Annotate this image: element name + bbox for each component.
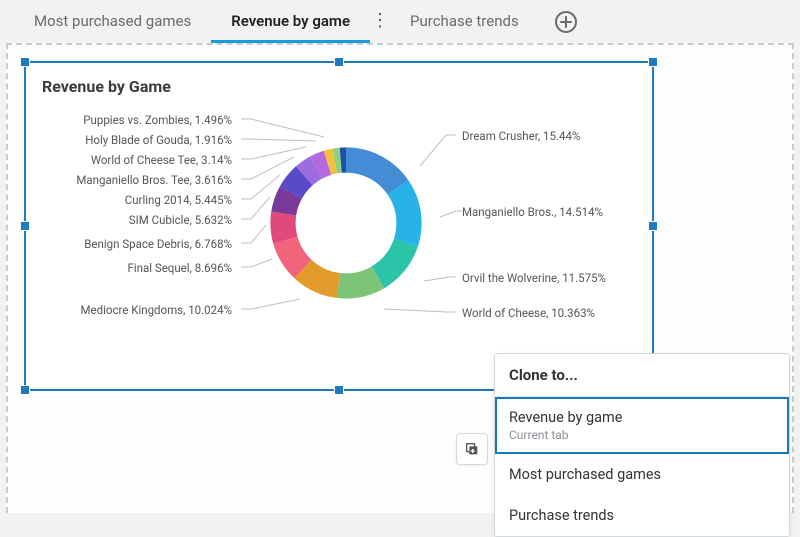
chart-label: Benign Space Debris, 6.768% [84,237,232,251]
chart-label: World of Cheese, 10.363% [462,306,595,320]
tab-options-kebab[interactable]: ⋮ [370,21,390,23]
panel-title: Revenue by Game [26,63,652,96]
clone-menu-header: Clone to... [495,354,789,397]
chart-label: Orvil the Wolverine, 11.575% [462,271,606,285]
clone-button[interactable] [456,433,488,465]
resize-handle-tr[interactable] [648,57,658,67]
chart-label: Puppies vs. Zombies, 1.496% [83,113,232,127]
donut-chart: Dream Crusher, 15.44% Manganiello Bros., … [26,111,652,389]
chart-label: Mediocre Kingdoms, 10.024% [80,303,232,317]
chart-label: Final Sequel, 8.696% [127,261,232,275]
menu-item-label: Most purchased games [509,466,775,483]
menu-item-label: Purchase trends [509,507,775,524]
chart-label: Dream Crusher, 15.44% [462,129,580,143]
plus-circle-icon [554,10,578,34]
panel-revenue-by-game[interactable]: Revenue by Game [24,61,654,391]
dashboard-canvas[interactable]: Revenue by Game [6,43,794,513]
chart-label: Holy Blade of Gouda, 1.916% [85,133,232,147]
chart-label: Manganiello Bros., 14.514% [462,205,603,219]
clone-icon [464,441,480,457]
clone-menu-item-purchase-trends[interactable]: Purchase trends [495,495,789,536]
tab-most-purchased-games[interactable]: Most purchased games [14,0,211,43]
add-tab-button[interactable] [553,9,579,35]
clone-menu: Clone to... Revenue by game Current tab … [494,353,790,537]
tab-label: Most purchased games [34,12,191,30]
donut-svg [256,133,436,313]
chart-label: World of Cheese Tee, 3.14% [91,153,232,167]
menu-item-label: Revenue by game [509,409,775,426]
resize-handle-tm[interactable] [334,57,344,67]
donut-holder [256,133,436,313]
chart-label: SIM Cubicle, 5.632% [129,213,232,227]
clone-menu-item-most-purchased-games[interactable]: Most purchased games [495,454,789,495]
tab-purchase-trends[interactable]: Purchase trends [390,0,539,43]
chart-label: Curling 2014, 5.445% [125,193,232,207]
tab-label: Revenue by game [231,12,350,30]
menu-item-sublabel: Current tab [509,428,775,442]
clone-menu-item-revenue-by-game[interactable]: Revenue by game Current tab [495,397,789,454]
tab-revenue-by-game[interactable]: Revenue by game [211,0,370,43]
resize-handle-tl[interactable] [20,57,30,67]
tab-bar: Most purchased games Revenue by game ⋮ P… [0,0,800,43]
chart-label: Manganiello Bros. Tee, 3.616% [76,173,232,187]
tab-label: Purchase trends [410,12,519,30]
